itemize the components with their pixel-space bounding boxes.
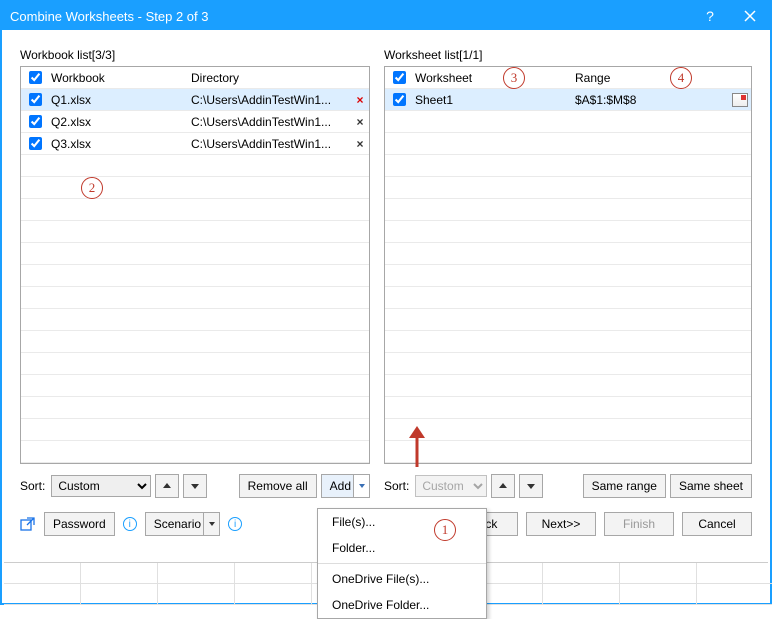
up-icon bbox=[498, 481, 508, 491]
row-checkbox[interactable] bbox=[29, 137, 42, 150]
menu-folder[interactable]: Folder... bbox=[318, 535, 486, 561]
workbook-select-all[interactable] bbox=[29, 71, 42, 84]
sort-label: Sort: bbox=[384, 479, 409, 493]
row-checkbox[interactable] bbox=[393, 93, 406, 106]
workbook-row[interactable]: Q3.xlsx C:\Users\AddinTestWin1... × bbox=[21, 133, 369, 155]
down-icon bbox=[526, 481, 536, 491]
worksheet-name: Sheet1 bbox=[413, 93, 573, 107]
workbook-name: Q1.xlsx bbox=[49, 93, 189, 107]
same-sheet-button[interactable]: Same sheet bbox=[670, 474, 752, 498]
cancel-button[interactable]: Cancel bbox=[682, 512, 752, 536]
external-link-icon[interactable] bbox=[20, 516, 36, 532]
up-icon bbox=[162, 481, 172, 491]
titlebar: Combine Worksheets - Step 2 of 3 ? bbox=[2, 2, 770, 30]
worksheet-select-all[interactable] bbox=[393, 71, 406, 84]
workbook-col-name[interactable]: Workbook bbox=[49, 71, 189, 85]
close-button[interactable] bbox=[730, 2, 770, 30]
worksheet-sort-row: Sort: Custom Same range Same sheet bbox=[384, 474, 752, 498]
close-icon bbox=[744, 10, 756, 22]
workbook-dir: C:\Users\AddinTestWin1... bbox=[189, 115, 351, 129]
worksheet-sort-select[interactable]: Custom bbox=[415, 475, 487, 497]
workbook-sort-down[interactable] bbox=[183, 474, 207, 498]
remove-all-button[interactable]: Remove all bbox=[239, 474, 317, 498]
password-button[interactable]: Password bbox=[44, 512, 115, 536]
workbook-row[interactable]: Q1.xlsx C:\Users\AddinTestWin1... × bbox=[21, 89, 369, 111]
remove-row-icon[interactable]: × bbox=[351, 93, 369, 107]
worksheet-sort-up[interactable] bbox=[491, 474, 515, 498]
worksheet-grid[interactable]: Worksheet Range Sheet1 $A$1:$M$8 3 bbox=[384, 66, 752, 464]
chevron-down-icon bbox=[208, 520, 216, 528]
menu-onedrive-folder[interactable]: OneDrive Folder... bbox=[318, 592, 486, 618]
add-dropdown: File(s)... Folder... OneDrive File(s)...… bbox=[317, 508, 487, 619]
menu-files[interactable]: File(s)... bbox=[318, 509, 486, 535]
workbook-grid[interactable]: Workbook Directory Q1.xlsx C:\Users\Addi… bbox=[20, 66, 370, 464]
workbook-dir: C:\Users\AddinTestWin1... bbox=[189, 137, 351, 151]
same-range-button[interactable]: Same range bbox=[583, 474, 666, 498]
workbook-panel: Workbook list[3/3] Workbook Directory Q1… bbox=[20, 48, 370, 498]
workbook-row[interactable]: Q2.xlsx C:\Users\AddinTestWin1... × bbox=[21, 111, 369, 133]
add-caret[interactable] bbox=[353, 475, 369, 497]
workbook-name: Q3.xlsx bbox=[49, 137, 189, 151]
workbook-sort-select[interactable]: Custom bbox=[51, 475, 151, 497]
worksheet-col-range[interactable]: Range bbox=[573, 71, 729, 85]
worksheet-range: $A$1:$M$8 bbox=[573, 93, 729, 107]
remove-row-icon[interactable]: × bbox=[351, 115, 369, 129]
workbook-col-directory[interactable]: Directory bbox=[189, 71, 351, 85]
add-button[interactable]: Add bbox=[321, 474, 370, 498]
scenario-button[interactable]: Scenario bbox=[145, 512, 220, 536]
workbook-name: Q2.xlsx bbox=[49, 115, 189, 129]
worksheet-sort-down[interactable] bbox=[519, 474, 543, 498]
menu-onedrive-files[interactable]: OneDrive File(s)... bbox=[318, 566, 486, 592]
range-picker-icon[interactable] bbox=[732, 93, 748, 107]
worksheet-col-name[interactable]: Worksheet bbox=[413, 71, 573, 85]
workbook-sort-row: Sort: Custom Remove all Add bbox=[20, 474, 370, 498]
worksheet-header-row: Worksheet Range bbox=[385, 67, 751, 89]
row-checkbox[interactable] bbox=[29, 115, 42, 128]
next-button[interactable]: Next>> bbox=[526, 512, 596, 536]
worksheet-row[interactable]: Sheet1 $A$1:$M$8 bbox=[385, 89, 751, 111]
remove-row-icon[interactable]: × bbox=[351, 137, 369, 151]
worksheet-panel: Worksheet list[1/1] Worksheet Range Shee… bbox=[384, 48, 752, 498]
scenario-caret[interactable] bbox=[203, 513, 219, 535]
workbook-header-row: Workbook Directory bbox=[21, 67, 369, 89]
workbook-sort-up[interactable] bbox=[155, 474, 179, 498]
info-icon[interactable]: i bbox=[228, 517, 242, 531]
workbook-dir: C:\Users\AddinTestWin1... bbox=[189, 93, 351, 107]
down-icon bbox=[190, 481, 200, 491]
sort-label: Sort: bbox=[20, 479, 45, 493]
help-button[interactable]: ? bbox=[690, 2, 730, 30]
finish-button[interactable]: Finish bbox=[604, 512, 674, 536]
chevron-down-icon bbox=[358, 482, 366, 490]
workbook-list-label: Workbook list[3/3] bbox=[20, 48, 370, 62]
info-icon[interactable]: i bbox=[123, 517, 137, 531]
menu-separator bbox=[318, 563, 486, 564]
window-title: Combine Worksheets - Step 2 of 3 bbox=[10, 9, 208, 24]
worksheet-list-label: Worksheet list[1/1] bbox=[384, 48, 752, 62]
row-checkbox[interactable] bbox=[29, 93, 42, 106]
